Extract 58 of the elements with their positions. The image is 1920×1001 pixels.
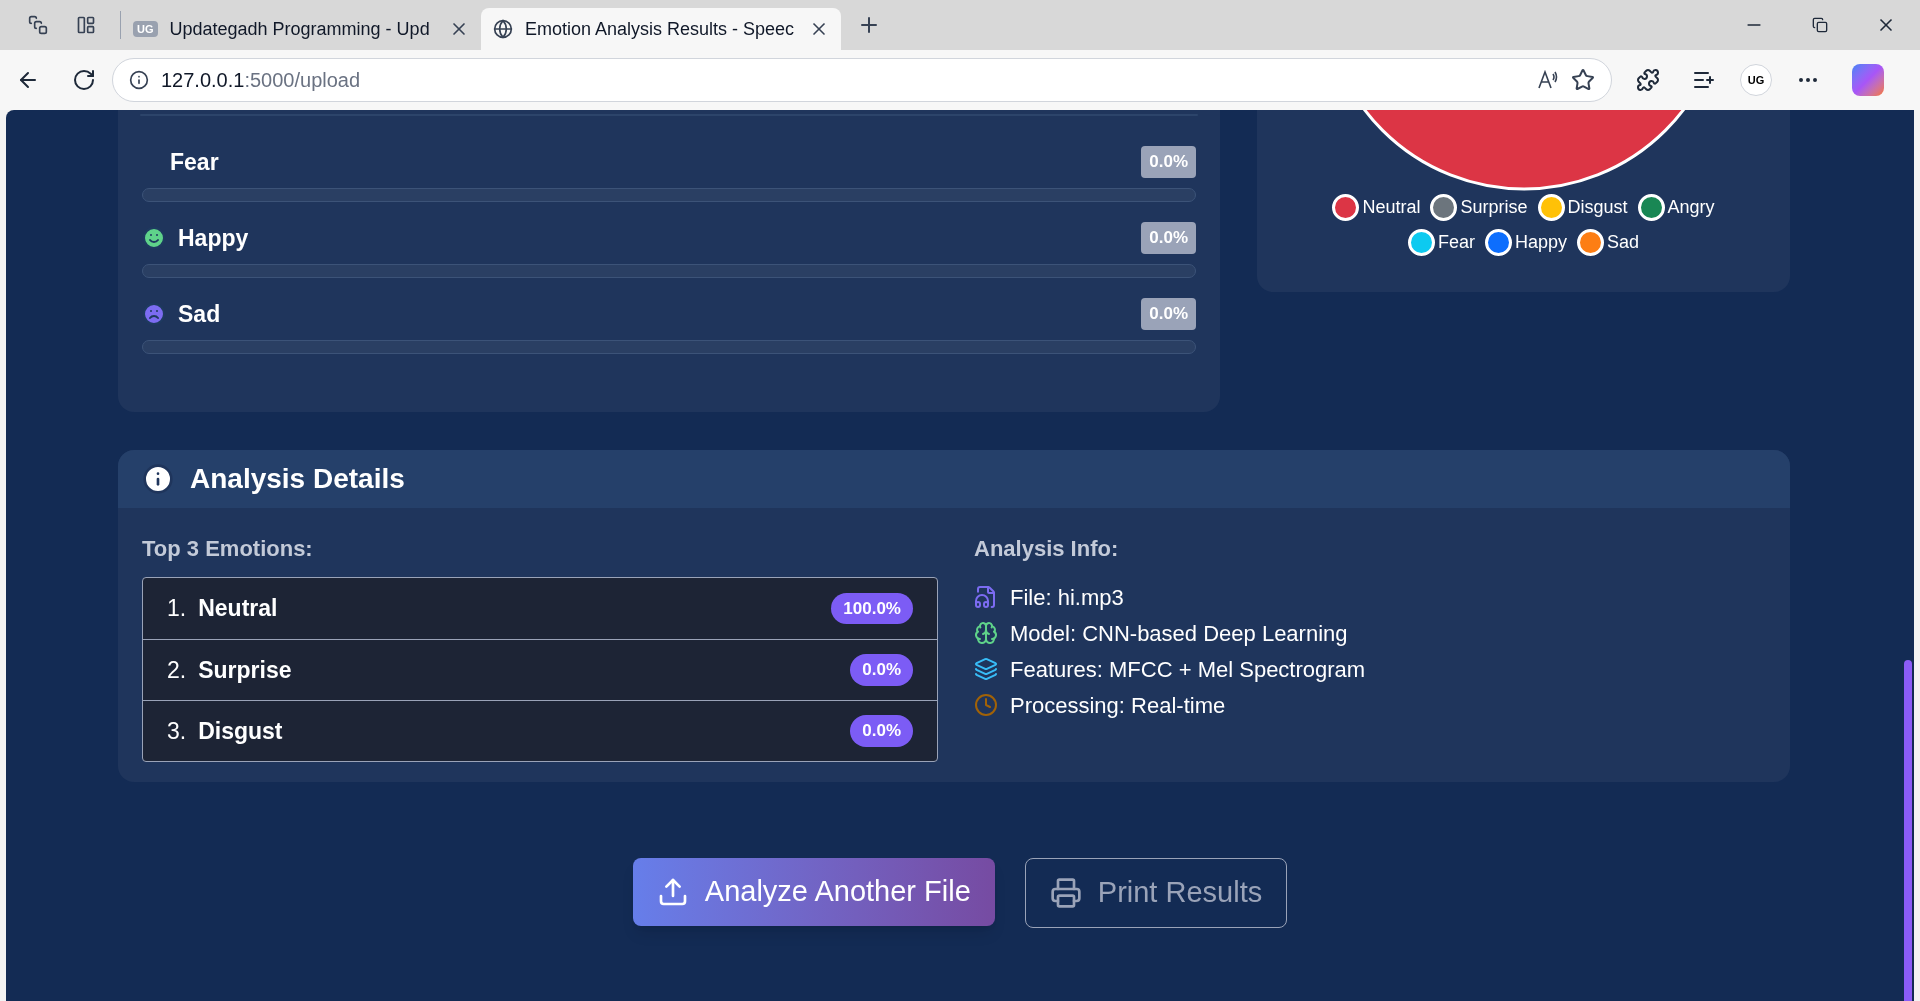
copilot-icon[interactable] [1852, 64, 1884, 96]
legend-label[interactable]: Happy [1514, 229, 1567, 256]
subheading: Top 3 Emotions: [142, 535, 314, 563]
clock-icon [974, 693, 998, 717]
legend-label[interactable]: Neutral [1362, 194, 1421, 221]
printer-icon [1049, 877, 1082, 909]
emotion-name: Disgust [198, 716, 284, 746]
reload-icon[interactable] [72, 68, 96, 92]
subheading: Analysis Info: [974, 535, 1120, 563]
browser-tab[interactable]: Emotion Analysis Results - Speec [481, 8, 841, 50]
legend-label[interactable]: Disgust [1567, 194, 1628, 221]
emotion-label: Fear [170, 147, 219, 177]
layers-icon [974, 657, 998, 681]
percentage-badge: 0.0% [1141, 146, 1196, 178]
print-button[interactable]: Print Results [1024, 858, 1288, 928]
site-info-icon[interactable] [129, 70, 149, 90]
percentage-badge: 0.0% [1141, 222, 1196, 254]
workspaces-icon[interactable] [28, 15, 48, 35]
extensions-icon[interactable] [1636, 68, 1660, 92]
favicon: UG [133, 20, 158, 38]
percentage-badge: 100.0% [831, 592, 913, 625]
section-title: Analysis Details [190, 462, 405, 496]
read-aloud-icon[interactable] [1537, 70, 1559, 90]
tab-title: Emotion Analysis Results - Speec [525, 17, 796, 41]
brain-icon [974, 621, 998, 645]
rank-number: 3. [167, 716, 187, 746]
smiley-icon [142, 226, 166, 250]
url-text: 127.0.0.1:5000/upload [161, 68, 362, 93]
percentage-badge: 0.0% [850, 654, 913, 686]
audio-file-icon [974, 585, 998, 609]
sad-face-icon [142, 302, 166, 326]
info-text: Features: MFCC + Mel Spectrogram [1010, 655, 1366, 684]
scrollbar-thumb[interactable] [1904, 660, 1912, 1001]
legend-label[interactable]: Fear [1437, 229, 1475, 256]
globe-icon [493, 19, 513, 39]
restore-icon[interactable] [1812, 17, 1828, 33]
percentage-badge: 0.0% [850, 715, 913, 747]
favorite-icon[interactable] [1571, 68, 1595, 92]
info-icon [142, 463, 174, 495]
emotion-label: Happy [178, 223, 249, 253]
rank-number: 2. [167, 655, 187, 685]
rank-number: 1. [167, 594, 187, 624]
browser-tab[interactable]: UG Updategadh Programming - Upd [121, 8, 481, 50]
info-text: File: hi.mp3 [1010, 583, 1124, 612]
tab-title: Updategadh Programming - Upd [169, 17, 431, 41]
tab-actions-icon[interactable] [76, 15, 96, 35]
emotion-name: Neutral [198, 594, 279, 624]
profile-avatar[interactable]: UG [1740, 64, 1772, 96]
legend-label[interactable]: Surprise [1460, 194, 1528, 221]
info-text: Model: CNN-based Deep Learning [1010, 619, 1348, 648]
legend-label[interactable]: Sad [1607, 229, 1640, 256]
percentage-badge: 0.0% [1141, 298, 1196, 330]
analyze-button[interactable]: Analyze Another File [632, 858, 995, 926]
address-bar[interactable]: 127.0.0.1:5000/upload [112, 58, 1612, 102]
legend-label[interactable]: Angry [1667, 194, 1715, 221]
emotion-name: Surprise [198, 655, 293, 685]
emotion-label: Sad [178, 299, 221, 329]
info-text: Processing: Real-time [1010, 691, 1226, 720]
